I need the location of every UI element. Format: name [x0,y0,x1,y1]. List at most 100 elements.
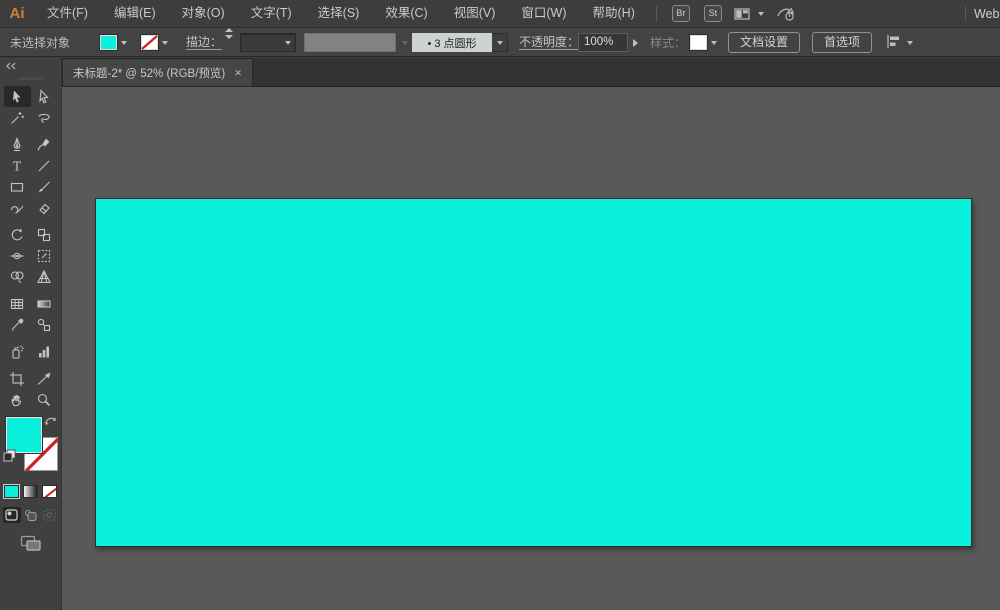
document-tab[interactable]: 未标题-2* @ 52% (RGB/预览) × [62,58,253,86]
menu-file[interactable]: 文件(F) [34,0,101,27]
tools-panel-grip[interactable] [18,77,44,80]
menu-object[interactable]: 对象(O) [169,0,238,27]
curvature-tool-icon [36,137,52,153]
tool-width[interactable] [4,245,31,266]
tool-selection[interactable] [4,86,31,107]
stroke-color-chevron-icon[interactable] [162,41,168,45]
draw-inside-button[interactable] [41,507,59,523]
opacity-label[interactable]: 不透明度： [519,36,579,50]
tool-eraser[interactable] [31,197,58,218]
stepper-up-icon[interactable] [225,28,233,32]
selection-tool-icon [9,89,25,105]
share-screen-icon[interactable] [776,6,796,22]
stroke-weight-combo[interactable] [240,33,296,52]
default-fill-stroke-icon[interactable] [3,449,16,465]
variable-width-chevron-icon [402,41,408,45]
tool-line-segment[interactable] [31,155,58,176]
preferences-button[interactable]: 首选项 [812,32,872,53]
color-button[interactable] [4,485,19,498]
tool-perspective-grid[interactable] [31,266,58,287]
tool-hand[interactable] [4,389,31,410]
opacity-input[interactable]: 100% [578,33,628,52]
tool-shape-builder[interactable] [4,266,31,287]
shaper-tool-icon [9,200,25,216]
tab-close-icon[interactable]: × [234,68,242,78]
tool-slice[interactable] [31,368,58,389]
tool-scale[interactable] [31,224,58,245]
line-segment-tool-icon [36,158,52,174]
arrange-documents-icon[interactable] [734,7,751,21]
tool-gradient[interactable] [31,293,58,314]
fill-color-swatch[interactable] [100,35,117,50]
brush-definition-value[interactable]: • 3 点圆形 [412,33,492,52]
artboard-rectangle[interactable] [95,198,972,547]
tool-symbol-sprayer[interactable] [4,341,31,362]
tool-lasso[interactable] [31,107,58,128]
menu-view[interactable]: 视图(V) [441,0,509,27]
tools-panel-collapse[interactable] [0,58,61,73]
brush-definition-dropdown[interactable] [492,33,508,52]
align-options-icon[interactable] [886,34,902,52]
swap-fill-stroke-icon[interactable] [44,415,58,431]
menu-type[interactable]: 文字(T) [238,0,305,27]
tool-shaper[interactable] [4,197,31,218]
tool-rectangle[interactable] [4,176,31,197]
illustrator-window: Ai 文件(F) 编辑(E) 对象(O) 文字(T) 选择(S) 效果(C) 视… [0,0,1000,610]
stroke-color-swatch[interactable] [141,35,158,50]
tool-magic-wand[interactable] [4,107,31,128]
collapse-double-chevron-icon [5,62,17,70]
fill-proxy-swatch[interactable] [6,417,42,453]
stepper-down-icon[interactable] [225,35,233,39]
stroke-weight-chevron-icon[interactable] [285,41,291,45]
hand-tool-icon [9,392,25,408]
tool-eyedropper[interactable] [4,314,31,335]
artboard-tool-icon [9,371,25,387]
draw-behind-button[interactable] [22,507,40,523]
menu-window[interactable]: 窗口(W) [508,0,579,27]
tool-zoom[interactable] [31,389,58,410]
workspace-switcher[interactable]: Web [957,0,1000,28]
zoom-tool-icon [36,392,52,408]
tool-free-transform[interactable] [31,245,58,266]
opacity-flyout-icon[interactable] [633,39,638,47]
none-button[interactable] [42,485,57,498]
pen-tool-icon [9,137,25,153]
menu-help[interactable]: 帮助(H) [580,0,648,27]
draw-normal-button[interactable] [3,507,21,523]
arrange-documents-chevron-icon[interactable] [758,12,764,16]
stroke-weight-stepper[interactable] [225,28,233,57]
tool-paintbrush[interactable] [31,176,58,197]
bridge-button[interactable]: Br [672,5,690,22]
stock-button[interactable]: St [704,5,722,22]
canvas-pasteboard[interactable] [62,87,1000,610]
workspace-label[interactable]: Web [974,7,1000,21]
tool-column-graph[interactable] [31,341,58,362]
tool-type[interactable]: T [4,155,31,176]
tool-rotate[interactable] [4,224,31,245]
stroke-weight-label[interactable]: 描边： [186,36,222,50]
symbol-sprayer-tool-icon [9,344,25,360]
align-options-chevron-icon[interactable] [907,41,913,45]
menu-edit[interactable]: 编辑(E) [101,0,169,27]
app-logo: Ai [0,5,34,22]
fill-color-chevron-icon[interactable] [121,41,127,45]
tools-panel: T [0,58,62,610]
tool-direct-selection[interactable] [31,86,58,107]
tool-grid: T [0,86,61,410]
tool-pen[interactable] [4,134,31,155]
document-setup-button[interactable]: 文档设置 [728,32,800,53]
style-chevron-icon[interactable] [711,41,717,45]
tool-artboard[interactable] [4,368,31,389]
gradient-button[interactable] [23,485,38,498]
tool-mesh[interactable] [4,293,31,314]
change-screen-mode-button[interactable] [0,535,61,552]
svg-text:T: T [13,159,21,173]
menubar-separator [656,6,657,22]
tool-curvature[interactable] [31,134,58,155]
perspective-grid-tool-icon [36,269,52,285]
menu-select[interactable]: 选择(S) [305,0,373,27]
menu-effect[interactable]: 效果(C) [372,0,440,27]
style-swatch[interactable] [690,35,707,50]
direct-selection-tool-icon [36,89,52,105]
tool-blend[interactable] [31,314,58,335]
